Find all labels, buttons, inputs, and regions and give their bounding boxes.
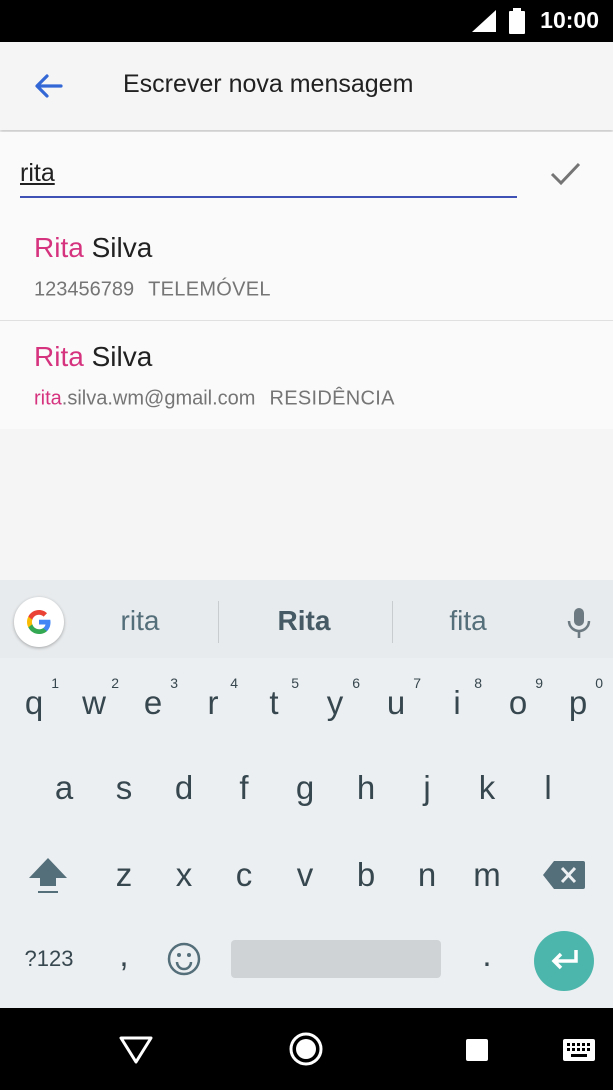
key-w[interactable]: w2 (65, 668, 123, 738)
key-i[interactable]: i8 (428, 668, 486, 738)
backspace-icon (543, 861, 585, 889)
key-k[interactable]: k (458, 753, 516, 823)
key-r[interactable]: r4 (184, 668, 242, 738)
suggestion-3[interactable]: fita (398, 605, 538, 637)
backspace-key[interactable] (535, 840, 593, 910)
key-x[interactable]: x (155, 840, 213, 910)
emoji-icon (167, 942, 201, 976)
recents-nav-icon[interactable] (465, 1038, 489, 1062)
shift-icon (29, 858, 67, 893)
key-a[interactable]: a (35, 753, 93, 823)
key-g[interactable]: g (276, 753, 334, 823)
contact-detail: 123456789 TELEMÓVEL (34, 278, 271, 301)
back-arrow-icon[interactable] (30, 68, 66, 104)
key-o[interactable]: o9 (489, 668, 547, 738)
shift-key[interactable] (19, 840, 77, 910)
key-u[interactable]: u7 (367, 668, 425, 738)
recipient-search-row (0, 132, 613, 212)
key-t[interactable]: t5 (245, 668, 303, 738)
battery-icon (509, 8, 525, 34)
contact-detail: rita.silva.wm@gmail.com RESIDÊNCIA (34, 387, 395, 410)
suggestion-bar: rita Rita fita (0, 580, 613, 658)
page-title: Escrever nova mensagem (123, 70, 414, 98)
key-e[interactable]: e3 (124, 668, 182, 738)
key-m[interactable]: m (458, 840, 516, 910)
key-z[interactable]: z (95, 840, 153, 910)
contact-result-phone[interactable]: Rita Silva 123456789 TELEMÓVEL (0, 212, 613, 320)
recipient-search-input[interactable] (20, 150, 517, 198)
key-p[interactable]: p0 (549, 668, 607, 738)
key-j[interactable]: j (398, 753, 456, 823)
keyboard-switch-icon[interactable] (562, 1038, 596, 1062)
home-nav-icon[interactable] (288, 1031, 324, 1067)
contact-name: Rita Silva (34, 232, 153, 263)
microphone-icon[interactable] (566, 606, 592, 640)
confirm-check-icon[interactable] (546, 154, 584, 192)
suggestion-divider (392, 601, 393, 643)
enter-key[interactable] (534, 931, 594, 991)
period-key[interactable]: . (458, 920, 516, 990)
status-bar: 10:00 (0, 0, 613, 42)
suggestion-2[interactable]: Rita (234, 605, 374, 637)
key-q[interactable]: q1 (5, 668, 63, 738)
key-d[interactable]: d (155, 753, 213, 823)
emoji-key[interactable] (155, 924, 213, 994)
soft-keyboard: rita Rita fita q1 w2 e3 r4 t5 y6 u7 i8 o… (0, 580, 613, 1008)
key-h[interactable]: h (337, 753, 395, 823)
key-v[interactable]: v (276, 840, 334, 910)
key-y[interactable]: y6 (306, 668, 364, 738)
comma-key[interactable]: , (95, 920, 153, 990)
google-icon[interactable] (14, 597, 64, 647)
enter-icon (551, 950, 578, 970)
key-l[interactable]: l (519, 753, 577, 823)
key-c[interactable]: c (215, 840, 273, 910)
app-bar: Escrever nova mensagem (0, 42, 613, 130)
space-key[interactable] (231, 940, 441, 978)
status-time: 10:00 (540, 7, 599, 33)
suggestion-divider (218, 601, 219, 643)
symbols-key[interactable]: ?123 (14, 924, 84, 994)
contact-name: Rita Silva (34, 341, 153, 372)
key-f[interactable]: f (215, 753, 273, 823)
navigation-bar (0, 1008, 613, 1090)
contact-result-email[interactable]: Rita Silva rita.silva.wm@gmail.com RESIDÊ… (0, 321, 613, 429)
key-n[interactable]: n (398, 840, 456, 910)
suggestion-1[interactable]: rita (70, 605, 210, 637)
key-s[interactable]: s (95, 753, 153, 823)
back-nav-icon[interactable] (118, 1034, 154, 1066)
key-b[interactable]: b (337, 840, 395, 910)
signal-icon (472, 10, 496, 32)
